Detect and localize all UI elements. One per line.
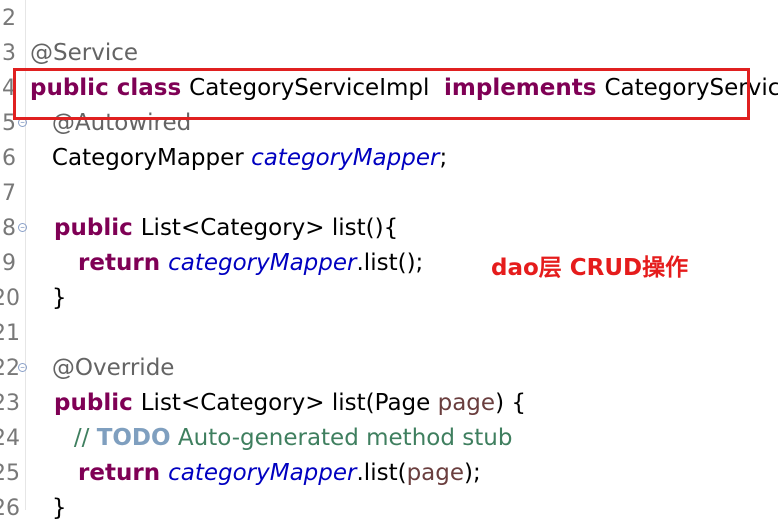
line-number: 26 bbox=[0, 496, 20, 521]
line-number: 6 bbox=[2, 146, 16, 171]
code-token: } bbox=[30, 495, 67, 521]
code-token: .list(); bbox=[356, 250, 424, 276]
line-number: 2 bbox=[2, 6, 16, 31]
code-token: return bbox=[30, 250, 169, 276]
code-line[interactable]: 22− @Override bbox=[0, 351, 778, 386]
code-text: @Override bbox=[30, 351, 175, 386]
line-number: 9 bbox=[2, 251, 16, 276]
code-token: List<Category> list(){ bbox=[140, 215, 399, 241]
code-text: } bbox=[30, 281, 67, 316]
code-line[interactable]: 20 } bbox=[0, 281, 778, 316]
code-token: } bbox=[30, 285, 67, 311]
line-number: 25 bbox=[0, 461, 20, 486]
code-line[interactable]: 26 } bbox=[0, 491, 778, 526]
line-number: 22 bbox=[0, 356, 20, 381]
code-line[interactable]: 25 return categoryMapper.list(page); bbox=[0, 456, 778, 491]
code-line[interactable]: 6 CategoryMapper categoryMapper; bbox=[0, 141, 778, 176]
line-number: 24 bbox=[0, 426, 20, 451]
code-line[interactable]: 21 bbox=[0, 316, 778, 351]
code-token: categoryMapper bbox=[168, 250, 357, 276]
code-token: categoryMapper bbox=[168, 460, 357, 486]
code-text: @Service bbox=[30, 36, 138, 71]
code-token: @Service bbox=[30, 40, 139, 66]
code-token: ) { bbox=[495, 390, 526, 416]
highlight-box-class-declaration bbox=[13, 68, 750, 120]
code-text: return categoryMapper.list(); bbox=[30, 246, 423, 281]
code-token: CategoryMapper bbox=[30, 145, 252, 171]
fold-toggle-icon[interactable]: − bbox=[18, 223, 27, 232]
code-text: // TODO Auto-generated method stub bbox=[30, 421, 513, 456]
code-token: .list( bbox=[356, 460, 407, 486]
code-token: return bbox=[30, 460, 169, 486]
code-token: @Override bbox=[30, 355, 175, 381]
annotation-dao-crud: dao层 CRUD操作 bbox=[491, 255, 689, 281]
code-token: ); bbox=[464, 460, 481, 486]
line-number: 7 bbox=[2, 181, 16, 206]
code-token: page bbox=[406, 460, 465, 486]
code-line[interactable]: 2 bbox=[0, 1, 778, 36]
code-line[interactable]: 7 bbox=[0, 176, 778, 211]
fold-toggle-icon[interactable]: − bbox=[18, 363, 27, 372]
code-line[interactable]: 24 // TODO Auto-generated method stub bbox=[0, 421, 778, 456]
code-text: } bbox=[30, 491, 67, 526]
code-text: return categoryMapper.list(page); bbox=[30, 456, 481, 491]
code-line[interactable]: 23 public List<Category> list(Page page)… bbox=[0, 386, 778, 421]
code-token: List<Category> list(Page bbox=[140, 390, 438, 416]
code-token: Auto-generated method stub bbox=[170, 425, 513, 451]
code-token: categoryMapper bbox=[251, 145, 440, 171]
line-number: 3 bbox=[2, 41, 16, 66]
code-token: public bbox=[30, 390, 141, 416]
line-number: 23 bbox=[0, 391, 20, 416]
code-text: CategoryMapper categoryMapper; bbox=[30, 141, 447, 176]
code-line[interactable]: 8− public List<Category> list(){ bbox=[0, 211, 778, 246]
code-text: public List<Category> list(Page page) { bbox=[30, 386, 526, 421]
code-token: ; bbox=[439, 145, 448, 171]
code-text: public List<Category> list(){ bbox=[30, 211, 398, 246]
code-token: TODO bbox=[96, 425, 171, 451]
code-token: // bbox=[30, 425, 97, 451]
code-token: page bbox=[437, 390, 496, 416]
code-line[interactable]: 3 @Service bbox=[0, 36, 778, 71]
code-token: public bbox=[30, 215, 141, 241]
line-number: 8 bbox=[2, 216, 16, 241]
line-number: 20 bbox=[0, 286, 20, 311]
line-number: 21 bbox=[0, 321, 20, 346]
